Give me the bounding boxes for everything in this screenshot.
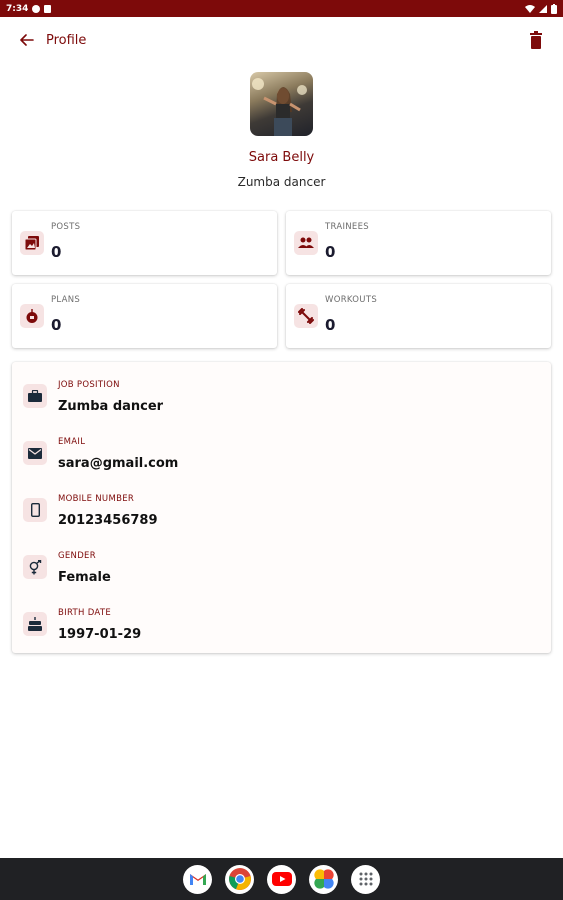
avatar[interactable] [250,72,313,136]
plans-card[interactable]: PLANS 0 [12,284,277,348]
detail-row-job-position: JOB POSITION Zumba dancer [12,368,551,418]
profile-role: Zumba dancer [237,175,326,189]
detail-label: EMAIL [58,437,86,447]
app-drawer-icon[interactable] [351,864,380,894]
notification-icon [32,4,41,13]
detail-label: GENDER [58,551,96,561]
gender-icon [23,555,47,579]
stat-label: WORKOUTS [325,295,378,305]
app-bar: Profile [0,17,563,63]
detail-label: BIRTH DATE [58,608,112,618]
detail-row-email: EMAIL sara@gmail.com [12,425,551,475]
stat-label: TRAINEES [325,222,369,232]
detail-row-gender: GENDER Female [12,539,551,589]
apple-icon [20,304,44,328]
delete-button[interactable] [525,29,547,51]
detail-value: Female [58,570,111,585]
status-bar: 7:34 [0,0,563,17]
detail-value: 1997-01-29 [58,627,142,642]
detail-value: Zumba dancer [58,399,164,414]
stat-label: PLANS [51,295,81,305]
notification-icon [44,4,52,13]
arrow-left-icon [20,34,34,46]
people-icon [294,231,318,255]
posts-card[interactable]: POSTS 0 [12,211,277,275]
profile-details-card: JOB POSITION Zumba dancer EMAIL sara@gma… [12,362,551,653]
youtube-icon[interactable] [267,864,296,894]
photos-icon[interactable] [309,864,338,894]
signal-icon [539,4,547,13]
taskbar-dock [0,858,563,900]
dumbbell-icon [294,304,318,328]
detail-row-birth-date: BIRTH DATE 1997-01-29 [12,596,551,646]
cake-icon [23,612,47,636]
stat-label: POSTS [51,222,81,232]
mail-icon [23,441,47,465]
trainees-card[interactable]: TRAINEES 0 [286,211,551,275]
gmail-icon[interactable] [183,864,212,894]
status-time: 7:34 [6,3,29,14]
image-icon [20,231,44,255]
stat-value: 0 [325,316,336,334]
trash-icon [530,31,542,49]
detail-value: 20123456789 [58,513,158,528]
detail-label: JOB POSITION [58,380,120,390]
profile-name: Sara Belly [248,150,315,165]
back-button[interactable] [16,29,38,51]
briefcase-icon [23,384,47,408]
avatar-photo [252,78,307,136]
workouts-card[interactable]: WORKOUTS 0 [286,284,551,348]
detail-label: MOBILE NUMBER [58,494,135,504]
detail-value: sara@gmail.com [58,456,179,471]
stat-value: 0 [51,316,62,334]
phone-icon [23,498,47,522]
detail-row-mobile-number: MOBILE NUMBER 20123456789 [12,482,551,532]
wifi-icon [525,4,535,13]
battery-icon [551,3,557,14]
stat-value: 0 [325,243,336,261]
chrome-icon[interactable] [225,864,254,894]
stat-value: 0 [51,243,62,261]
page-title: Profile [46,32,87,48]
